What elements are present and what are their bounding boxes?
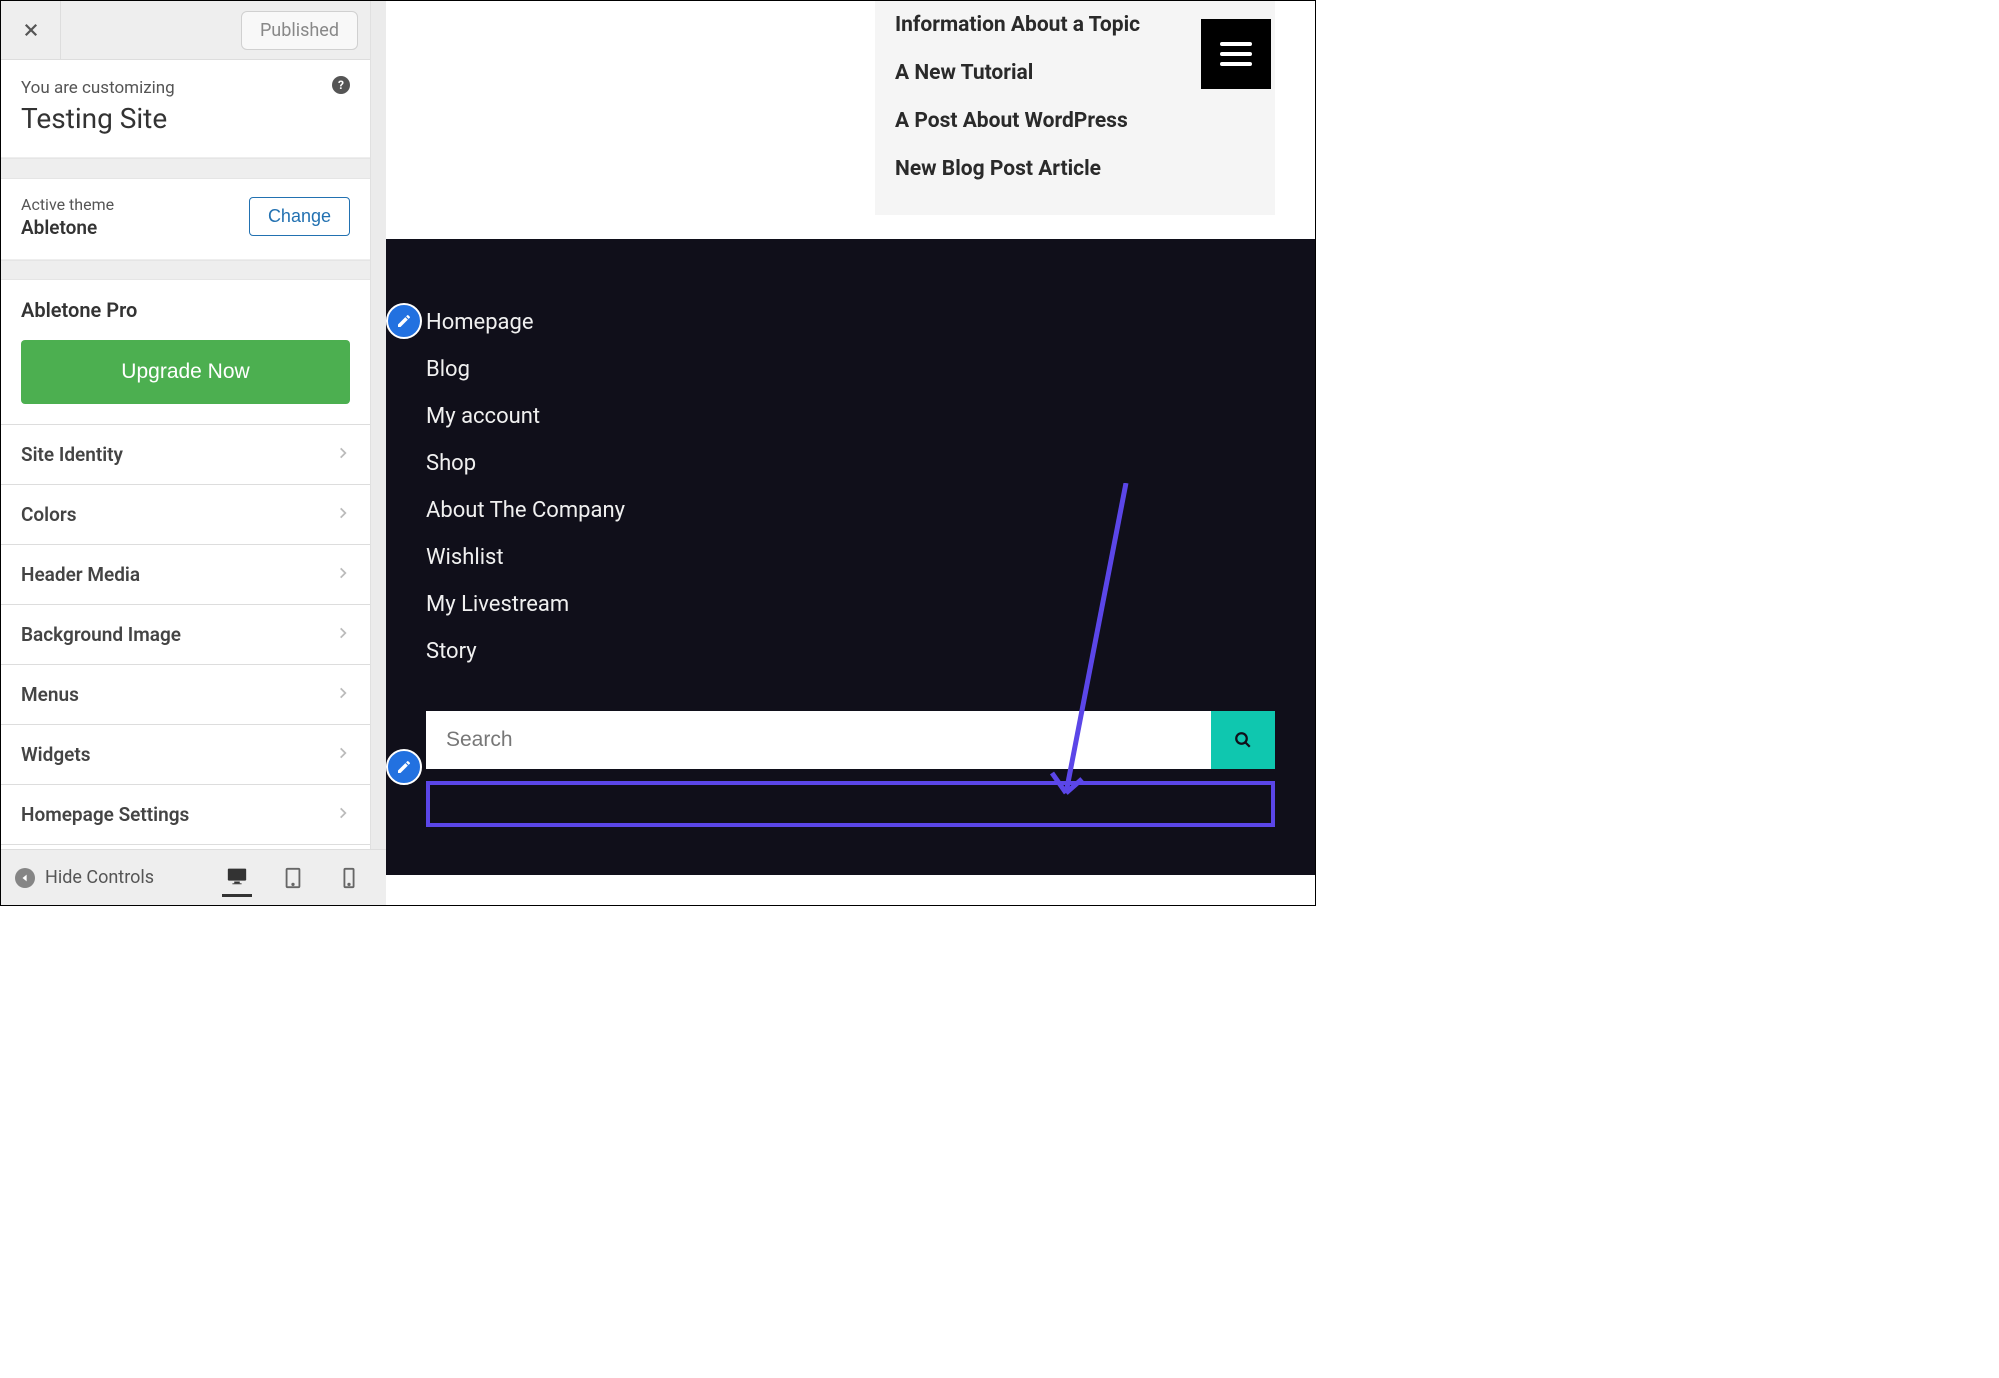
footer-nav-shop[interactable]: Shop xyxy=(426,440,1275,487)
customizer-sidebar: Published You are customizing Testing Si… xyxy=(1,1,386,905)
annotation-highlight-box xyxy=(426,781,1275,827)
chevron-right-icon xyxy=(336,745,350,764)
device-desktop[interactable] xyxy=(222,859,252,897)
customizing-label: You are customizing xyxy=(21,78,350,98)
section-label: Background Image xyxy=(21,623,181,646)
hamburger-icon xyxy=(1220,42,1252,66)
edit-shortcut-search[interactable] xyxy=(386,749,422,785)
recent-post-link[interactable]: A Post About WordPress xyxy=(895,97,1255,145)
close-icon xyxy=(22,21,40,39)
section-label: Widgets xyxy=(21,743,91,766)
footer-nav-about[interactable]: About The Company xyxy=(426,487,1275,534)
section-header-media[interactable]: Header Media xyxy=(1,545,370,605)
search-input[interactable] xyxy=(426,711,1211,769)
recent-post-link[interactable]: New Blog Post Article xyxy=(895,145,1255,193)
section-widgets[interactable]: Widgets xyxy=(1,725,370,785)
chevron-right-icon xyxy=(336,565,350,584)
hide-controls-button[interactable]: Hide Controls xyxy=(15,867,154,888)
chevron-right-icon xyxy=(336,445,350,464)
publish-status[interactable]: Published xyxy=(241,11,358,50)
footer-nav-menu: Homepage Blog My account Shop About The … xyxy=(426,299,1275,675)
footer-nav-homepage[interactable]: Homepage xyxy=(426,299,1275,346)
sidebar-bottom-bar: Hide Controls xyxy=(1,849,386,905)
footer-nav-livestream[interactable]: My Livestream xyxy=(426,581,1275,628)
chevron-right-icon xyxy=(336,625,350,644)
section-label: Header Media xyxy=(21,563,140,586)
section-label: Site Identity xyxy=(21,443,123,466)
divider xyxy=(1,158,370,179)
change-theme-button[interactable]: Change xyxy=(249,197,350,236)
active-theme-label: Active theme xyxy=(21,195,114,214)
section-site-identity[interactable]: Site Identity xyxy=(1,425,370,485)
device-tablet[interactable] xyxy=(278,859,308,897)
active-theme-panel: Active theme Abletone Change xyxy=(1,179,370,260)
hide-controls-label: Hide Controls xyxy=(45,867,154,888)
section-menus[interactable]: Menus xyxy=(1,665,370,725)
sidebar-content: Published You are customizing Testing Si… xyxy=(1,1,370,905)
section-homepage-settings[interactable]: Homepage Settings xyxy=(1,785,370,845)
pro-title: Abletone Pro xyxy=(21,298,350,322)
preview-content-top: Information About a Topic A New Tutorial… xyxy=(386,1,1315,239)
preview-pane: Information About a Topic A New Tutorial… xyxy=(386,1,1315,905)
tablet-icon xyxy=(282,867,304,889)
close-button[interactable] xyxy=(1,1,61,60)
chevron-right-icon xyxy=(336,685,350,704)
pencil-icon xyxy=(396,313,412,329)
section-colors[interactable]: Colors xyxy=(1,485,370,545)
customizer-app: Published You are customizing Testing Si… xyxy=(0,0,1316,906)
chevron-right-icon xyxy=(336,805,350,824)
hamburger-menu-button[interactable] xyxy=(1201,19,1271,89)
divider xyxy=(1,260,370,281)
upgrade-button[interactable]: Upgrade Now xyxy=(21,340,350,404)
chevron-right-icon xyxy=(336,505,350,524)
footer-nav-wishlist[interactable]: Wishlist xyxy=(426,534,1275,581)
upgrade-panel: Abletone Pro Upgrade Now xyxy=(1,280,370,425)
collapse-icon xyxy=(15,868,35,888)
sidebar-topbar: Published xyxy=(1,1,370,60)
customizing-panel: You are customizing Testing Site ? xyxy=(1,60,370,158)
device-switcher xyxy=(222,859,372,897)
footer-nav-blog[interactable]: Blog xyxy=(426,346,1275,393)
search-button[interactable] xyxy=(1211,711,1275,769)
footer-nav-story[interactable]: Story xyxy=(426,628,1275,675)
footer-nav-my-account[interactable]: My account xyxy=(426,393,1275,440)
section-label: Colors xyxy=(21,503,76,526)
mobile-icon xyxy=(338,867,360,889)
section-background-image[interactable]: Background Image xyxy=(1,605,370,665)
theme-info: Active theme Abletone xyxy=(21,195,114,239)
desktop-icon xyxy=(226,865,248,887)
device-mobile[interactable] xyxy=(334,859,364,897)
active-theme-name: Abletone xyxy=(21,216,114,239)
section-label: Menus xyxy=(21,683,79,706)
site-title: Testing Site xyxy=(21,102,350,135)
section-label: Homepage Settings xyxy=(21,803,189,826)
preview-footer: Homepage Blog My account Shop About The … xyxy=(386,239,1315,875)
help-button[interactable]: ? xyxy=(332,76,350,94)
sidebar-scrollbar[interactable] xyxy=(370,1,386,905)
edit-shortcut-nav[interactable] xyxy=(386,303,422,339)
footer-search-form xyxy=(426,711,1275,769)
pencil-icon xyxy=(396,759,412,775)
search-icon xyxy=(1234,731,1252,749)
